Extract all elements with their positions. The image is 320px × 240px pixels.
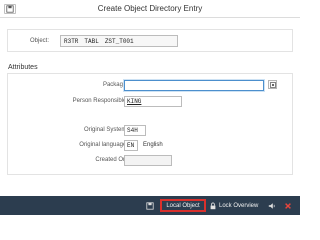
- object-type: TABL: [84, 37, 99, 45]
- person-responsible-label: Person Responsible:: [72, 98, 128, 104]
- object-field: R3TR TABL ZST_T001: [60, 35, 178, 47]
- local-object-button[interactable]: Local Object: [160, 199, 206, 212]
- delete-button[interactable]: [266, 199, 278, 212]
- cancel-button[interactable]: [282, 199, 294, 212]
- original-system-input[interactable]: S4H: [124, 125, 146, 136]
- lock-overview-label: Lock Overview: [219, 202, 259, 209]
- package-label: Package:: [102, 82, 128, 88]
- created-on-field: [124, 155, 172, 166]
- object-panel: Object: R3TR TABL ZST_T001: [7, 29, 293, 52]
- lock-overview-button[interactable]: Lock Overview: [209, 199, 259, 212]
- lock-icon: [210, 202, 216, 209]
- person-responsible-input[interactable]: KING: [124, 96, 182, 107]
- package-value-help-button[interactable]: [268, 80, 277, 89]
- footer-toolbar: Local Object Lock Overview: [0, 196, 300, 215]
- title-bar: Create Object Directory Entry: [0, 0, 300, 18]
- person-responsible-value: KING: [127, 98, 142, 105]
- window-title: Create Object Directory Entry: [97, 4, 203, 13]
- attributes-heading: Attributes: [8, 64, 38, 71]
- original-language-input[interactable]: EN: [124, 140, 138, 151]
- close-icon: [285, 202, 291, 209]
- object-name: ZST_T001: [104, 37, 134, 45]
- save-icon: [146, 201, 154, 210]
- value-help-icon: [269, 81, 276, 88]
- footer-save-button[interactable]: [144, 199, 156, 212]
- package-input[interactable]: [124, 80, 264, 91]
- object-label: Object:: [30, 38, 50, 44]
- object-pgmid: R3TR: [64, 37, 79, 45]
- speaker-icon: [268, 202, 275, 209]
- attributes-panel: Package: Person Responsible: KING Origin…: [7, 73, 293, 175]
- original-language-label: Original language:: [79, 142, 128, 148]
- original-language-name: English: [143, 142, 163, 148]
- original-system-label: Original System:: [83, 127, 128, 133]
- created-on-label: Created On:: [95, 157, 128, 163]
